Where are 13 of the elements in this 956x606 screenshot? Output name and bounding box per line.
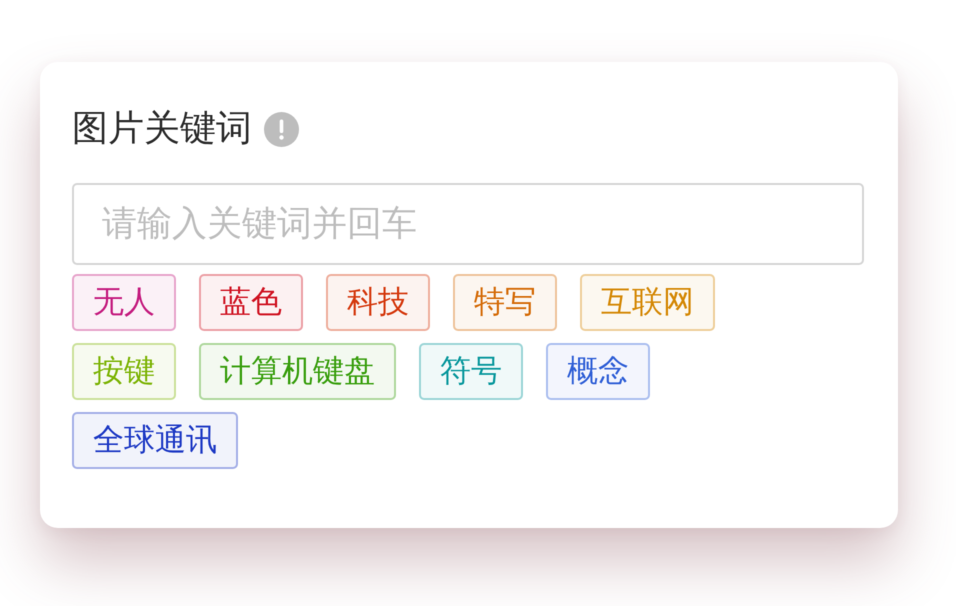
keyword-tag[interactable]: 符号 [419,343,523,400]
keyword-tag[interactable]: 按键 [72,343,176,400]
field-label: 图片关键词 [72,107,252,151]
keyword-tag[interactable]: 科技 [326,274,430,331]
keyword-tag[interactable]: 无人 [72,274,176,331]
keyword-tag[interactable]: 全球通讯 [72,412,238,469]
keyword-tag[interactable]: 计算机键盘 [199,343,396,400]
keyword-tag[interactable]: 蓝色 [199,274,303,331]
exclamation-circle-icon[interactable] [264,112,299,146]
keyword-tag[interactable]: 特写 [453,274,557,331]
keyword-input[interactable]: 请输入关键词并回车 [72,183,864,265]
keyword-tag[interactable]: 概念 [546,343,650,400]
keyword-tag[interactable]: 互联网 [580,274,715,331]
